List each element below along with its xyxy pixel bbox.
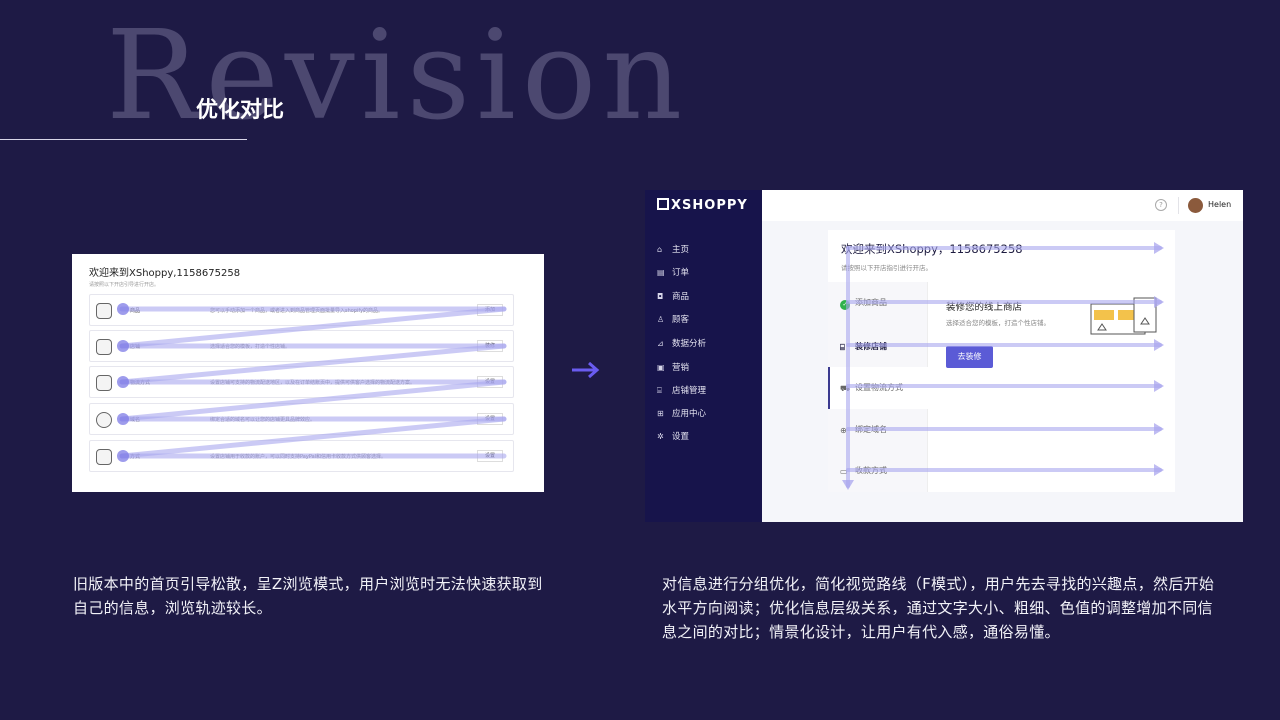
old-row-name: 店铺 (130, 344, 141, 350)
new-version-caption: 对信息进行分组优化，简化视觉路线（F模式），用户先去寻找的兴趣点，然后开始水平方… (662, 575, 1215, 641)
wallet-icon: ▭ (840, 467, 848, 476)
detail-title: 装修您的线上商店 (946, 302, 1023, 313)
marketing-icon: ▣ (657, 363, 665, 372)
old-row-desc: 您可以手动添加一个商品，或者进入到商品管理页面批量导入shopify的商品。 (210, 308, 384, 314)
apps-icon: ⊞ (657, 409, 664, 418)
step-shipping[interactable]: ⛟ 设置物流方式 (840, 382, 903, 394)
step-domain[interactable]: ⊕ 绑定域名 (840, 424, 887, 436)
background-watermark-word: Revision (106, 4, 689, 148)
old-row-desc: 选择适合您的模板，打造个性店铺。 (210, 344, 291, 350)
sidebar: XSHOPPY ⌂ 主页 ▤ 订单 ◘ 商品 ♙ 顾客 ⊿ 数据分析 ▣ 营销 ⌸ 店铺管理 … (645, 190, 762, 522)
nav-item-analytics[interactable]: ⊿ 数据分析 (657, 337, 706, 349)
analytics-icon: ⊿ (657, 339, 664, 348)
nav-item-store-management[interactable]: ⌸ 店铺管理 (657, 384, 706, 396)
old-row-name: 域名 (130, 417, 141, 423)
store-icon: ⌸ (840, 343, 845, 352)
old-row-products: 商品 您可以手动添加一个商品，或者进入到商品管理页面批量导入shopify的商品… (89, 294, 514, 326)
onboarding-card: 欢迎来到XShoppy，1158675258 请按照以下开店指引进行开店。 ✓ 添… (828, 230, 1175, 492)
old-row-payment: 方式 设置店铺用于收款的账户，可以同时支持PayPal和信用卡收款方式供顾客选择… (89, 440, 514, 472)
step-list: ✓ 添加商品 ⌸ 装修店铺 ⛟ 设置物流方式 ⊕ 绑定域名 ▭ 收款方式 (828, 282, 928, 492)
nav-item-settings[interactable]: ✲ 设置 (657, 430, 689, 442)
old-set-payment-button[interactable]: 设置 (477, 450, 503, 462)
truck-icon (96, 375, 112, 391)
goods-icon: ◘ (657, 292, 664, 301)
truck-icon: ⛟ (840, 384, 851, 393)
step-add-product[interactable]: ✓ 添加商品 (840, 297, 887, 310)
old-row-desc: 绑定合适的域名可以让您的店铺更具品牌效应。 (210, 417, 316, 423)
bag-icon (96, 303, 112, 319)
old-row-name: 物流方式 (130, 380, 151, 386)
nav-item-app-center[interactable]: ⊞ 应用中心 (657, 407, 706, 419)
xshoppy-logo: XSHOPPY (657, 198, 748, 213)
old-row-desc: 设置店铺用于收款的账户，可以同时支持PayPal和信用卡收款方式供顾客选择。 (210, 454, 387, 460)
top-bar (762, 190, 1243, 221)
old-row-desc: 设置店铺可支持的物流配送地区，以及在订单结账页中，提供可供客户选择的物流配送方案… (210, 380, 416, 386)
step-payment[interactable]: ▭ 收款方式 (840, 465, 887, 477)
old-welcome-subtitle: 请按照以下开店引导进行开店。 (89, 282, 160, 288)
divider (1178, 197, 1179, 214)
nav-item-orders[interactable]: ▤ 订单 (657, 266, 689, 278)
customer-icon: ♙ (657, 315, 665, 324)
old-row-name: 商品 (130, 308, 141, 314)
old-version-screenshot: 欢迎来到XShoppy,1158675258 请按照以下开店引导进行开店。 商品… (72, 254, 544, 492)
welcome-subtitle: 请按照以下开店指引进行开店。 (841, 264, 932, 272)
globe-icon (96, 412, 112, 428)
nav-item-products[interactable]: ◘ 商品 (657, 290, 689, 302)
title-underline (0, 139, 247, 140)
detail-description: 选择适合您的模板，打造个性店铺。 (946, 319, 1050, 327)
go-decorate-button[interactable]: 去装修 (946, 346, 993, 368)
new-version-screenshot: XSHOPPY ⌂ 主页 ▤ 订单 ◘ 商品 ♙ 顾客 ⊿ 数据分析 ▣ 营销 ⌸ 店铺管理 … (645, 190, 1243, 522)
old-add-button[interactable]: 添加 (477, 304, 503, 316)
user-name[interactable]: Helen (1208, 200, 1231, 209)
old-row-domain: 域名 绑定合适的域名可以让您的店铺更具品牌效应。 设置 (89, 403, 514, 435)
nav-item-customers[interactable]: ♙ 顾客 (657, 313, 689, 325)
old-row-shipping: 物流方式 设置店铺可支持的物流配送地区，以及在订单结账页中，提供可供客户选择的物… (89, 366, 514, 398)
old-set-shipping-button[interactable]: 设置 (477, 376, 503, 388)
home-icon: ⌂ (657, 245, 663, 254)
check-icon: ✓ (840, 300, 850, 310)
paint-roller-icon (96, 339, 112, 355)
step-decorate-store[interactable]: ⌸ 装修店铺 (840, 341, 887, 353)
old-row-store: 店铺 选择适合您的模板，打造个性店铺。 装修 (89, 330, 514, 362)
slide-title: 优化对比 (196, 98, 285, 123)
welcome-title: 欢迎来到XShoppy，1158675258 (841, 242, 1023, 256)
money-icon (96, 449, 112, 465)
old-set-domain-button[interactable]: 设置 (477, 413, 503, 425)
store-icon: ⌸ (657, 386, 662, 395)
nav-item-marketing[interactable]: ▣ 营销 (657, 361, 689, 373)
old-version-caption: 旧版本中的首页引导松散，呈Z浏览模式，用户浏览时无法快速获取到自己的信息，浏览轨… (73, 575, 543, 617)
old-row-name: 方式 (130, 454, 141, 460)
old-decorate-button[interactable]: 装修 (477, 340, 503, 352)
right-arrow-icon (572, 361, 600, 379)
store-illustration-icon (1090, 297, 1157, 335)
nav-item-home[interactable]: ⌂ 主页 (657, 243, 689, 255)
settings-icon: ✲ (657, 432, 664, 441)
order-icon: ▤ (657, 268, 665, 277)
avatar[interactable] (1188, 198, 1203, 213)
old-welcome-title: 欢迎来到XShoppy,1158675258 (89, 268, 241, 279)
help-icon[interactable]: ? (1155, 199, 1167, 211)
globe-icon: ⊕ (840, 426, 847, 435)
